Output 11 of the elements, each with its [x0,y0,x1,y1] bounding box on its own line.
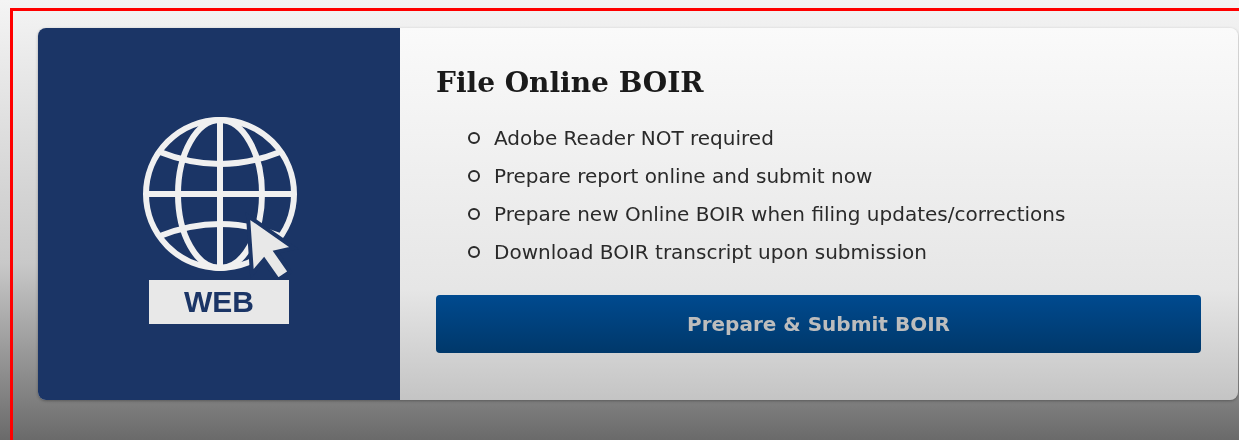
bullet-text: Adobe Reader NOT required [494,125,774,152]
submit-button[interactable]: Prepare & Submit BOIR [436,295,1201,353]
bullet-icon [468,132,480,144]
card-title: File Online BOIR [436,66,705,99]
bullet-text: Download BOIR transcript upon submission [494,239,927,266]
bullet-icon [468,170,480,182]
bullet-icon [468,246,480,258]
bullet-text: Prepare new Online BOIR when filing updates/corrections [494,201,1066,228]
bullet-icon [468,208,480,220]
bullet-text: Prepare report online and submit now [494,163,873,190]
web-label: WEB [149,280,289,324]
